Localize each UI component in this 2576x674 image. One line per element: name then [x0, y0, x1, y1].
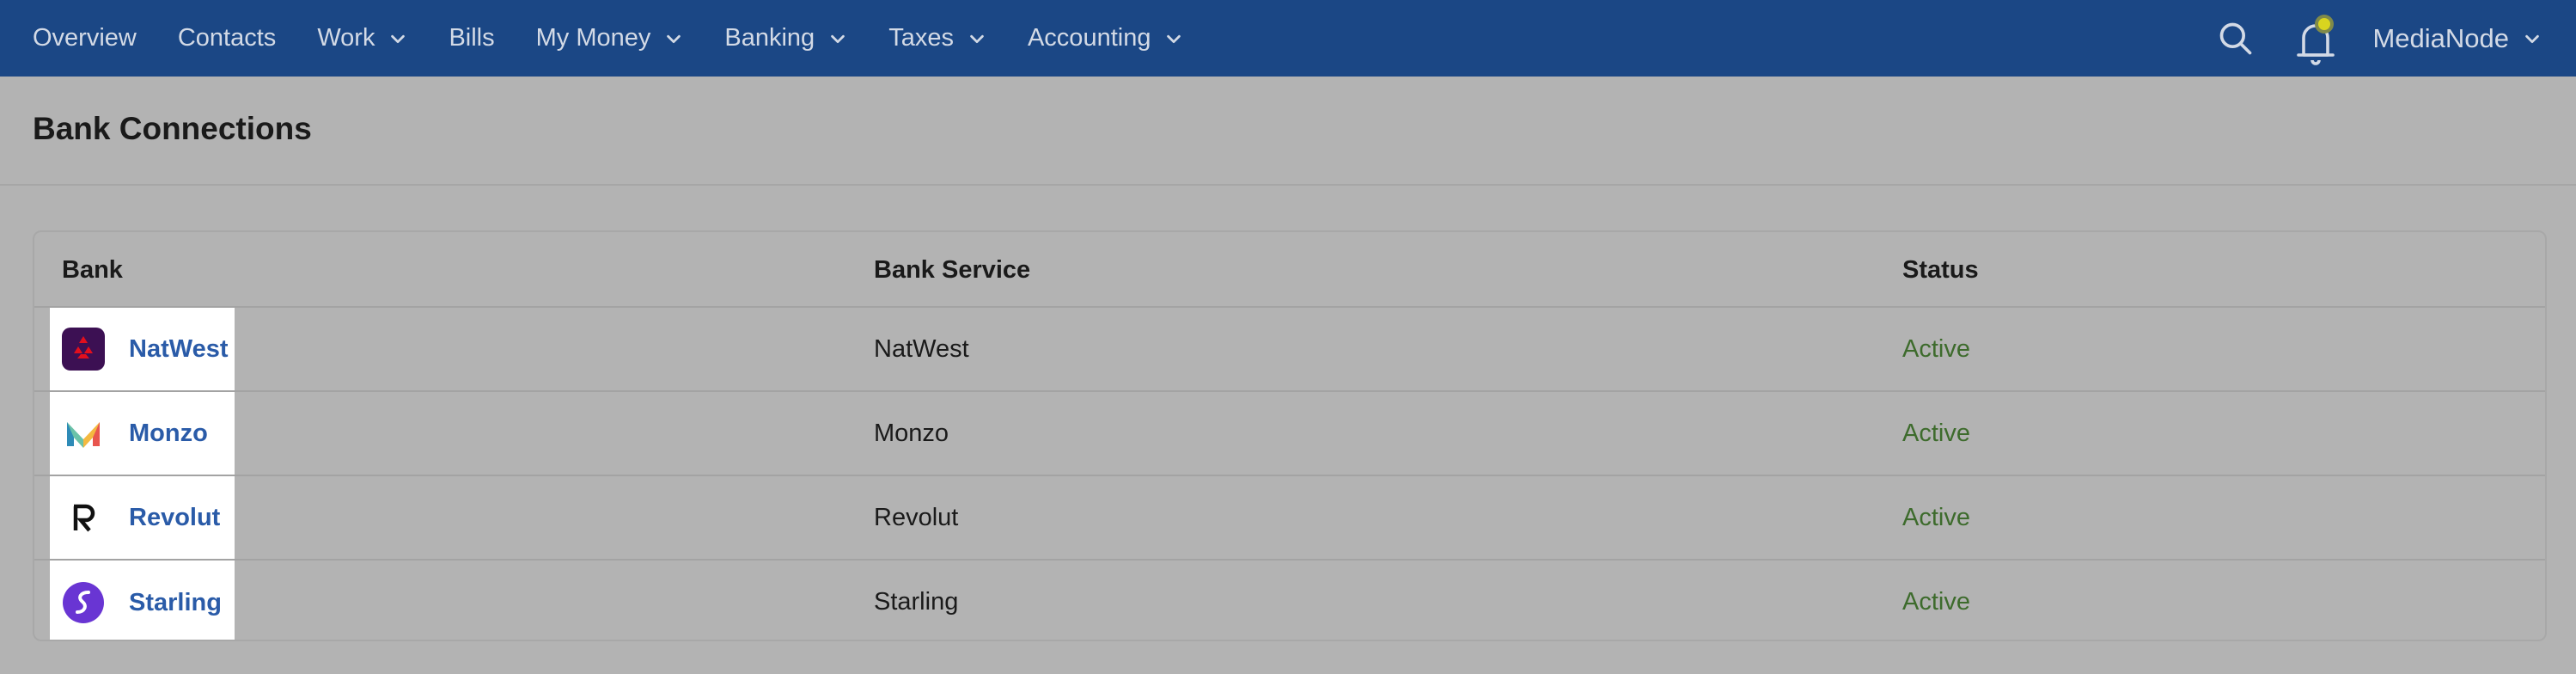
nav-item-label: Accounting — [1027, 24, 1151, 52]
user-menu[interactable]: MediaNode — [2372, 23, 2576, 54]
column-header-bank-service: Bank Service — [874, 256, 1031, 284]
monzo-logo-icon — [67, 422, 100, 448]
nav-item-label: My Money — [535, 24, 651, 52]
table-header: Bank Bank Service Status — [34, 232, 2545, 308]
bank-cell: Monzo — [50, 392, 235, 475]
nav-item-taxes[interactable]: Taxes — [888, 24, 986, 52]
table-row: NatWest NatWest Active — [34, 308, 2545, 392]
column-header-bank: Bank — [62, 256, 123, 284]
notifications-button[interactable] — [2293, 12, 2338, 65]
bank-service: NatWest — [874, 335, 969, 363]
nav-item-contacts[interactable]: Contacts — [178, 24, 276, 52]
nav-item-my-money[interactable]: My Money — [536, 24, 684, 52]
bell-icon — [2297, 14, 2335, 65]
status-text: Active — [1902, 420, 1970, 447]
status-text: Active — [1902, 335, 1970, 363]
bank-link-revolut[interactable]: Revolut — [129, 504, 220, 532]
search-button[interactable] — [2214, 17, 2257, 60]
bank-cell: Revolut — [50, 476, 235, 559]
column-header-status: Status — [1902, 256, 1979, 284]
chevron-down-icon — [391, 34, 406, 43]
starling-logo-icon — [63, 582, 104, 623]
nav-item-label: Contacts — [177, 24, 277, 52]
nav-item-accounting[interactable]: Accounting — [1028, 24, 1184, 52]
chevron-down-icon — [2525, 34, 2539, 43]
user-name: MediaNode — [2372, 22, 2509, 53]
revolut-logo-icon — [73, 504, 95, 532]
nav-item-bills[interactable]: Bills — [449, 24, 494, 52]
table-row: Revolut Revolut Active — [34, 476, 2545, 561]
bank-link-monzo[interactable]: Monzo — [129, 420, 208, 448]
bank-service: Revolut — [874, 504, 959, 531]
status-text: Active — [1902, 588, 1970, 616]
table-row: Monzo Monzo Active — [34, 392, 2545, 476]
nav-menu: Overview Contacts Work Bills My Money Ba… — [0, 24, 1224, 52]
page-title: Bank Connections — [33, 111, 312, 146]
chevron-down-icon — [667, 34, 681, 43]
nav-item-label: Banking — [724, 24, 815, 52]
bank-cell: Starling — [50, 561, 235, 640]
nav-item-label: Work — [317, 24, 375, 52]
table-row: Starling Starling Active — [34, 561, 2545, 640]
page-header: Bank Connections — [0, 77, 2576, 186]
bank-cell: NatWest — [50, 308, 235, 390]
search-icon — [2220, 22, 2252, 54]
status-text: Active — [1902, 504, 1970, 531]
nav-item-label: Taxes — [888, 24, 954, 52]
bank-service: Starling — [874, 588, 959, 616]
bank-connections-table: Bank Bank Service Status NatWest NatWest… — [33, 230, 2547, 641]
nav-item-banking[interactable]: Banking — [724, 24, 847, 52]
nav-item-overview[interactable]: Overview — [33, 24, 137, 52]
nav-item-label: Bills — [449, 24, 495, 52]
nav-item-work[interactable]: Work — [317, 24, 407, 52]
nav-item-label: Overview — [33, 24, 137, 52]
chevron-down-icon — [970, 34, 984, 43]
bank-service: Monzo — [874, 420, 949, 447]
chevron-down-icon — [1167, 34, 1181, 43]
natwest-logo-icon — [62, 328, 105, 371]
bank-link-starling[interactable]: Starling — [129, 589, 222, 617]
nav-actions: MediaNode — [2214, 0, 2576, 77]
chevron-down-icon — [831, 34, 845, 43]
top-nav: Overview Contacts Work Bills My Money Ba… — [0, 0, 2576, 77]
bank-link-natwest[interactable]: NatWest — [129, 335, 229, 364]
